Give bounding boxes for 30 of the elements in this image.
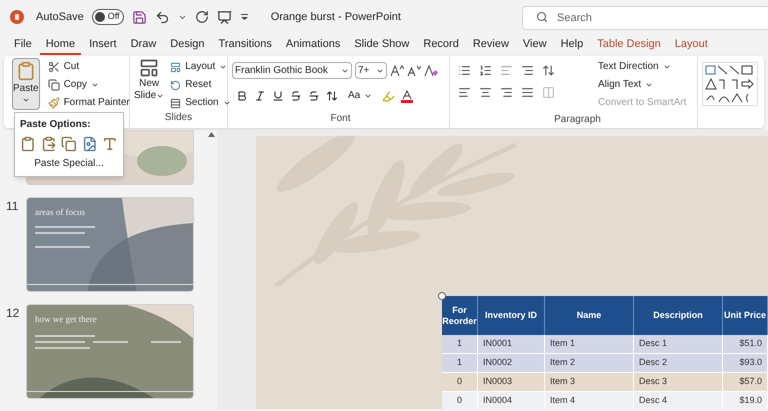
table-cell: Desc 1 [634, 335, 723, 353]
table-cell: IN0001 [478, 335, 545, 353]
table-cell: Item 1 [545, 335, 634, 353]
table-cell: 1 [442, 335, 478, 353]
menu-heading: Paste Options: [20, 118, 92, 132]
slide-number: 11 [6, 198, 20, 215]
table-cell: 0 [442, 392, 478, 409]
table-cell: Desc 4 [634, 392, 723, 409]
slide-title: areas of focus [35, 206, 85, 219]
table-cell: IN0004 [478, 392, 545, 409]
table-cell: $57.0 [723, 373, 768, 391]
table-cell: Item 4 [545, 392, 634, 409]
table-cell: Item 2 [545, 354, 634, 372]
table-cell: $51.0 [723, 335, 768, 353]
table-cell: $93.0 [723, 354, 768, 372]
table-cell: 1 [442, 354, 478, 372]
slide-title: how we get there [35, 313, 97, 326]
group-label: Slides [164, 111, 194, 125]
table-cell: 0 [442, 373, 478, 391]
group-label: Font [329, 112, 352, 126]
group-label: Paragraph [553, 113, 602, 127]
table-cell: Desc 2 [634, 354, 723, 372]
table-cell: Desc 3 [634, 373, 723, 391]
autosave-label: AutoSave [36, 10, 84, 25]
document-title: Orange burst - PowerPoint [270, 10, 401, 25]
slide-number: 12 [6, 305, 20, 322]
table-cell: IN0002 [478, 354, 545, 372]
table-cell: $19.0 [723, 392, 768, 409]
table-cell: IN0003 [478, 373, 545, 391]
table-cell: Item 3 [545, 373, 634, 391]
